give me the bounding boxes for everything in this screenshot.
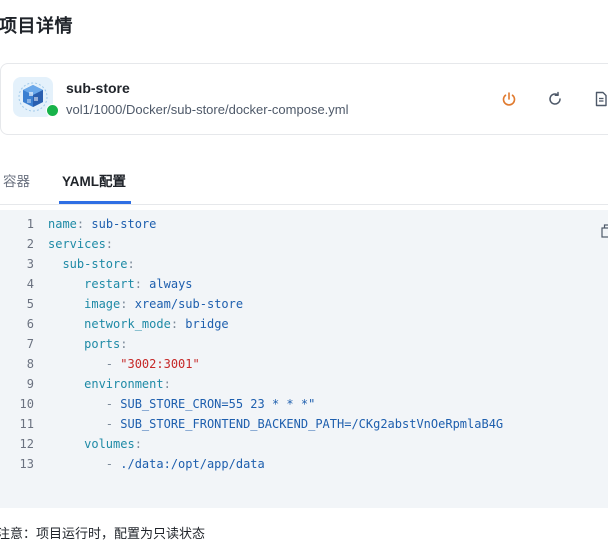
code-line: 9 environment: [0, 374, 608, 394]
tab-yaml-config[interactable]: YAML配置 [62, 170, 126, 190]
code-text: services: [48, 237, 114, 251]
yaml-value: always [149, 277, 193, 291]
code-text: - SUB_STORE_FRONTEND_BACKEND_PATH=/CKg2a… [105, 417, 504, 431]
code-line: 13 - ./data:/opt/app/data [0, 454, 608, 474]
yaml-value: bridge [185, 317, 229, 331]
code-text: volumes: [84, 437, 142, 451]
line-number: 5 [26, 297, 34, 311]
yaml-list-item: ./data:/opt/app/data [120, 457, 265, 471]
code-line: 5 image: xream/sub-store [0, 294, 608, 314]
code-text: network_mode: bridge [84, 317, 229, 331]
refresh-button[interactable] [544, 88, 566, 110]
line-number: 10 [19, 397, 34, 411]
yaml-list-item: "3002:3001" [120, 357, 200, 371]
code-text: ports: [84, 337, 128, 351]
code-line: 2 services: [0, 234, 608, 254]
yaml-key: volumes [84, 437, 135, 451]
line-number: 8 [26, 357, 34, 371]
project-name: sub-store [66, 80, 130, 96]
yaml-key: network_mode [84, 317, 171, 331]
refresh-icon [549, 91, 561, 105]
line-number: 2 [26, 237, 34, 251]
code-text: restart: always [84, 277, 193, 291]
yaml-value: xream/sub-store [134, 297, 244, 311]
yaml-value: sub-store [91, 217, 157, 231]
code-line: 10 - SUB_STORE_CRON=55 23 * * *" [0, 394, 608, 414]
code-line: 1 name: sub-store [0, 214, 608, 234]
yaml-list-item: SUB_STORE_FRONTEND_BACKEND_PATH=/CKg2abs… [120, 417, 504, 431]
code-text: image: xream/sub-store [84, 297, 244, 311]
line-number: 7 [26, 337, 34, 351]
yaml-key: name [48, 217, 77, 231]
line-number: 6 [26, 317, 34, 331]
yaml-key: restart [84, 277, 135, 291]
code-text: - ./data:/opt/app/data [105, 457, 265, 471]
code-line: 8 - "3002:3001" [0, 354, 608, 374]
line-number: 1 [26, 217, 34, 231]
logs-button[interactable] [590, 88, 608, 110]
code-text: - "3002:3001" [105, 357, 200, 371]
line-number: 3 [26, 257, 34, 271]
page-title: 项目详情 [0, 16, 73, 36]
project-detail-page: 项目详情 sub-store vol1/1000/Docker/sub-stor… [0, 0, 608, 558]
code-line: 3 sub-store: [0, 254, 608, 274]
yaml-key: ports [84, 337, 121, 351]
line-number: 11 [19, 417, 34, 431]
code-line: 12 volumes: [0, 434, 608, 454]
yaml-key: image [84, 297, 121, 311]
document-icon [595, 91, 607, 107]
project-path: vol1/1000/Docker/sub-store/docker-compos… [66, 102, 349, 117]
yaml-key: sub-store [62, 257, 128, 271]
code-line: 4 restart: always [0, 274, 608, 294]
yaml-list-item: SUB_STORE_CRON=55 23 * * *" [120, 397, 316, 411]
readonly-notice: 注意：项目运行时，配置为只读状态 [0, 526, 206, 541]
code-line: 6 network_mode: bridge [0, 314, 608, 334]
code-text: sub-store: [62, 257, 135, 271]
code-text: environment: [84, 377, 171, 391]
code-text: name: sub-store [48, 217, 157, 231]
power-button[interactable] [498, 88, 520, 110]
line-number: 4 [26, 277, 34, 291]
yaml-key: services [48, 237, 106, 251]
line-number: 9 [26, 377, 34, 391]
line-number: 12 [19, 437, 34, 451]
line-number: 13 [19, 457, 34, 471]
running-status-dot [46, 104, 59, 117]
tab-containers[interactable]: 容器 [3, 170, 30, 190]
copy-icon[interactable] [601, 224, 608, 238]
power-icon [502, 92, 516, 106]
code-line: 11 - SUB_STORE_FRONTEND_BACKEND_PATH=/CK… [0, 414, 608, 434]
code-line: 7 ports: [0, 334, 608, 354]
active-tab-indicator [59, 201, 131, 204]
yaml-key: environment [84, 377, 164, 391]
code-text: - SUB_STORE_CRON=55 23 * * *" [105, 397, 316, 411]
